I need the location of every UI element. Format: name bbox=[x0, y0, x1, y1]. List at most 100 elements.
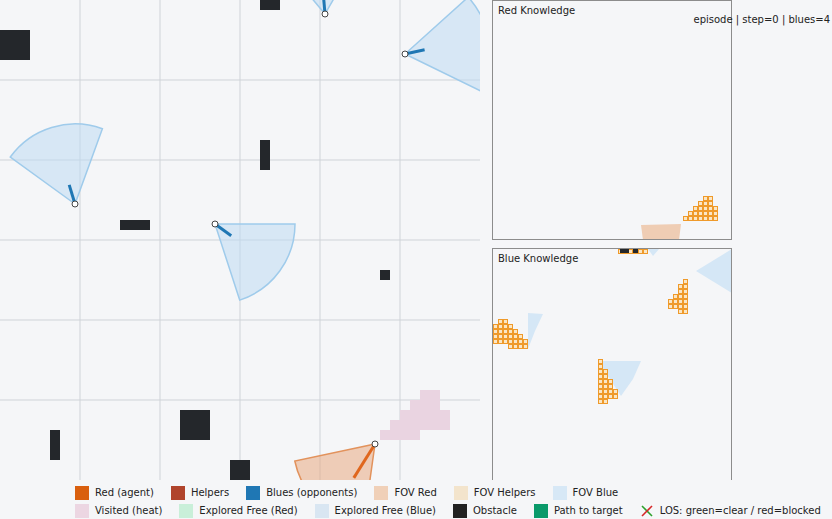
known-cells bbox=[689, 212, 718, 216]
legend-label: Blues (opponents) bbox=[266, 487, 357, 499]
known-cell bbox=[684, 295, 688, 299]
obstacle bbox=[260, 140, 270, 170]
grid-line bbox=[400, 0, 401, 480]
legend-label: Red (agent) bbox=[95, 487, 154, 499]
fov-area bbox=[696, 249, 732, 293]
known-cell bbox=[709, 202, 713, 206]
known-cell bbox=[599, 370, 603, 374]
visited-cell bbox=[390, 420, 450, 430]
blue-agent bbox=[274, 0, 365, 17]
agent-marker bbox=[372, 441, 378, 447]
known-cell bbox=[629, 250, 633, 254]
known-cell bbox=[609, 380, 613, 384]
known-cell bbox=[644, 250, 648, 254]
known-cell bbox=[514, 345, 518, 349]
known-cell bbox=[679, 285, 683, 289]
legend-item: Red (agent) bbox=[75, 486, 154, 500]
legend-label: FOV Blue bbox=[573, 487, 619, 499]
knowledge-map bbox=[493, 1, 732, 240]
visited-cell bbox=[420, 390, 440, 400]
legend-item: FOV Blue bbox=[553, 486, 619, 500]
obstacle bbox=[50, 430, 60, 460]
fov-cone bbox=[215, 224, 295, 300]
known-cells bbox=[599, 360, 603, 364]
known-cells bbox=[669, 300, 688, 304]
legend-swatch bbox=[315, 504, 329, 518]
known-cell bbox=[604, 385, 608, 389]
known-cells bbox=[669, 305, 688, 309]
blue-knowledge-panel: Blue Knowledge bbox=[492, 248, 732, 480]
known-cells bbox=[674, 295, 688, 299]
known-cell bbox=[684, 290, 688, 294]
known-cell bbox=[504, 330, 508, 334]
known-cell bbox=[509, 340, 513, 344]
map-canvas bbox=[0, 0, 480, 480]
legend-swatch bbox=[179, 504, 193, 518]
known-cell bbox=[679, 305, 683, 309]
agent-marker bbox=[72, 201, 78, 207]
known-cell bbox=[709, 207, 713, 211]
known-cell bbox=[499, 320, 503, 324]
known-cell bbox=[494, 335, 498, 339]
known-cell bbox=[514, 335, 518, 339]
known-cell bbox=[699, 217, 703, 221]
known-cells bbox=[599, 385, 613, 389]
known-cell bbox=[704, 217, 708, 221]
known-cells bbox=[599, 370, 608, 374]
known-cell bbox=[699, 212, 703, 216]
legend-label: Helpers bbox=[191, 487, 229, 499]
visited-cell bbox=[410, 400, 440, 410]
legend-item: Helpers bbox=[171, 486, 229, 500]
agent-marker bbox=[322, 11, 328, 17]
obstacle bbox=[0, 30, 30, 60]
known-cell bbox=[519, 340, 523, 344]
known-cell bbox=[694, 212, 698, 216]
known-cell bbox=[709, 212, 713, 216]
fov-area bbox=[528, 313, 543, 349]
legend-swatch bbox=[75, 504, 89, 518]
known-cell bbox=[704, 202, 708, 206]
known-cells bbox=[599, 375, 608, 379]
known-cell bbox=[504, 340, 508, 344]
known-cell bbox=[679, 300, 683, 304]
known-cell bbox=[499, 325, 503, 329]
legend-swatch bbox=[374, 486, 388, 500]
legend-label: FOV Red bbox=[394, 487, 436, 499]
fov-cone bbox=[295, 444, 375, 480]
known-cell bbox=[524, 345, 528, 349]
known-cell bbox=[604, 400, 608, 404]
known-cell bbox=[504, 335, 508, 339]
known-cell bbox=[699, 207, 703, 211]
known-cell bbox=[669, 305, 673, 309]
los-blocked-line bbox=[642, 506, 652, 516]
known-cell bbox=[704, 197, 708, 201]
known-cell bbox=[514, 340, 518, 344]
known-cell bbox=[499, 335, 503, 339]
known-cell bbox=[684, 285, 688, 289]
known-cell bbox=[494, 340, 498, 344]
blue-agent bbox=[402, 0, 480, 91]
known-cell bbox=[704, 212, 708, 216]
known-cells bbox=[679, 290, 688, 294]
legend-item: Obstacle bbox=[453, 504, 517, 518]
known-cell bbox=[499, 330, 503, 334]
known-cell bbox=[604, 375, 608, 379]
legend-item: Explored Free (Blue) bbox=[315, 504, 436, 518]
legend-item: LOS: green=clear / red=blocked bbox=[640, 504, 821, 518]
known-cell bbox=[614, 395, 618, 399]
known-cells bbox=[599, 395, 618, 399]
known-cells bbox=[619, 250, 648, 254]
visited-cell bbox=[380, 430, 420, 440]
knowledge-panels: Red KnowledgeBlue Knowledge bbox=[492, 0, 732, 480]
known-cell bbox=[599, 360, 603, 364]
known-cell bbox=[699, 202, 703, 206]
known-cell bbox=[499, 340, 503, 344]
known-cell bbox=[674, 305, 678, 309]
panel-title: Blue Knowledge bbox=[498, 253, 578, 265]
legend-item: Visited (heat) bbox=[75, 504, 162, 518]
known-cell bbox=[684, 217, 688, 221]
legend-swatch bbox=[75, 486, 89, 500]
known-cell bbox=[604, 380, 608, 384]
fov-area bbox=[648, 249, 659, 256]
known-cell bbox=[604, 390, 608, 394]
